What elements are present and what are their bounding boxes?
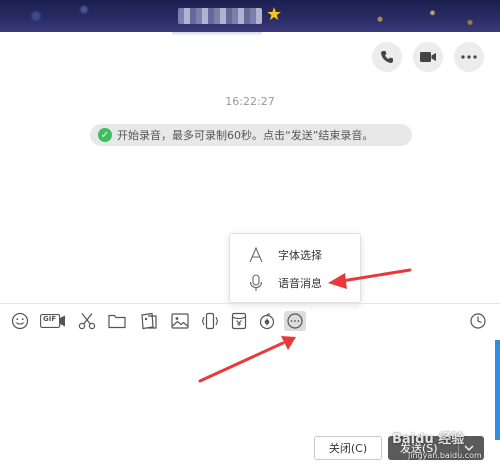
message-input[interactable]	[0, 336, 494, 430]
image-button[interactable]	[169, 311, 191, 331]
contact-name-blurred[interactable]	[178, 8, 262, 24]
close-button[interactable]: 关闭(C)	[314, 436, 382, 460]
watermark-url: jingyan.baidu.com	[408, 451, 482, 460]
gif-label: GIF	[43, 315, 57, 323]
image-icon	[171, 313, 189, 329]
more-actions-button[interactable]	[454, 42, 484, 72]
shake-button[interactable]	[199, 311, 221, 331]
more-options-popup: 字体选择 语音消息	[229, 233, 361, 303]
watermark: Baidu 经验	[392, 432, 465, 447]
scrollbar[interactable]	[495, 340, 500, 440]
menu-item-label: 语音消息	[278, 277, 322, 290]
input-divider	[0, 303, 500, 304]
shake-icon	[201, 312, 219, 330]
recording-notice: ✓ 开始录音，最多可录制60秒。点击“发送”结束录音。	[90, 124, 412, 146]
folder-icon	[108, 314, 126, 329]
microphone-icon	[246, 274, 266, 292]
emoji-button[interactable]	[9, 311, 31, 331]
message-history-button[interactable]	[467, 311, 489, 331]
scissors-icon	[78, 313, 96, 330]
history-icon	[470, 313, 486, 329]
chat-header: ★	[0, 0, 500, 32]
video-icon	[420, 52, 436, 62]
red-packet-icon	[231, 312, 247, 330]
star-icon: ★	[266, 4, 283, 25]
voice-call-button[interactable]	[372, 42, 402, 72]
phone-icon	[381, 51, 393, 63]
menu-item-label: 字体选择	[278, 249, 322, 262]
gif-button[interactable]: GIF	[39, 311, 67, 331]
header-shadow	[172, 32, 262, 36]
font-icon	[246, 247, 266, 263]
file-button[interactable]	[106, 311, 128, 331]
gift-icon	[259, 313, 275, 330]
gift-button[interactable]	[256, 311, 278, 331]
menu-item-font-select[interactable]: 字体选择	[230, 241, 362, 269]
red-packet-button[interactable]	[228, 311, 250, 331]
more-tools-button[interactable]	[284, 311, 306, 331]
screenshot-button[interactable]	[76, 311, 98, 331]
header-background-lights	[350, 0, 500, 32]
video-call-button[interactable]	[413, 42, 443, 72]
more-icon	[461, 55, 477, 59]
recording-notice-text: 开始录音，最多可录制60秒。点击“发送”结束录音。	[117, 129, 374, 142]
check-icon: ✓	[98, 128, 112, 142]
message-timestamp: 16:22:27	[225, 95, 275, 108]
menu-item-voice-message[interactable]: 语音消息	[230, 269, 362, 297]
gallery-button[interactable]	[138, 311, 160, 331]
gallery-icon	[141, 312, 157, 330]
emoji-icon	[11, 312, 29, 330]
header-background	[0, 0, 120, 32]
more-icon	[287, 313, 303, 329]
